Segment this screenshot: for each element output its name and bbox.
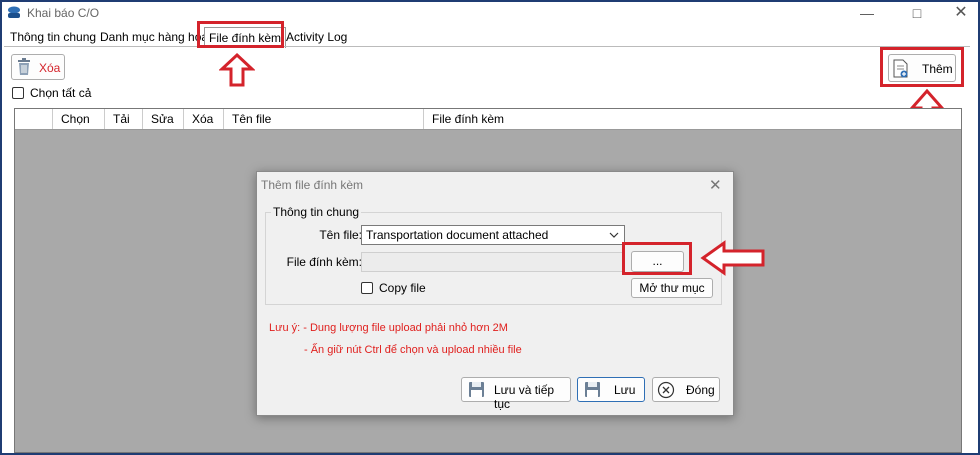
title-bar	[2, 2, 978, 26]
browse-highlight-box	[622, 242, 692, 275]
grid-col-select[interactable]: Chọn	[53, 109, 105, 129]
attachment-path-input[interactable]	[361, 252, 625, 272]
trash-icon	[16, 58, 32, 76]
note-line-1: Lưu ý: - Dung lượng file upload phải nhỏ…	[269, 322, 508, 334]
left-arrow-annotation-icon	[700, 240, 766, 276]
close-button[interactable]: Đóng	[652, 377, 720, 402]
attachment-label: File đính kèm:	[286, 255, 362, 269]
select-all-label: Chọn tất cả	[30, 86, 92, 100]
grid-col-delete[interactable]: Xóa	[184, 109, 224, 129]
dropdown-chevron-icon	[609, 226, 619, 244]
minimize-icon[interactable]: —	[852, 4, 882, 22]
dialog-title: Thêm file đính kèm	[261, 178, 364, 192]
tab-highlight-box	[197, 21, 284, 48]
maximize-icon[interactable]: □	[902, 4, 932, 22]
tab-goods-list[interactable]: Danh mục hàng hóa	[96, 27, 212, 47]
copy-file-label: Copy file	[379, 281, 426, 295]
close-icon[interactable]: ✕	[946, 4, 976, 22]
tab-activity-log[interactable]: Activity Log	[282, 27, 351, 47]
cancel-icon	[657, 381, 675, 399]
up-arrow-annotation-icon	[219, 52, 255, 88]
note-line-2: - Ấn giữ nút Ctrl để chọn và upload nhiề…	[304, 344, 522, 356]
add-highlight-box	[880, 47, 964, 87]
select-all-checkbox[interactable]	[12, 87, 24, 99]
tab-divider	[4, 46, 970, 47]
grid-col-edit[interactable]: Sửa	[143, 109, 184, 129]
delete-button[interactable]: Xóa	[11, 54, 65, 80]
grid-col-indicator	[15, 109, 53, 129]
grid-col-attachment[interactable]: File đính kèm	[424, 109, 960, 129]
close-icon[interactable]: ✕	[709, 176, 722, 194]
save-continue-button[interactable]: Lưu và tiếp tục	[461, 377, 571, 411]
file-name-value: Transportation document attached	[366, 228, 549, 242]
file-name-select[interactable]: Transportation document attached	[361, 225, 625, 245]
delete-label: Xóa	[39, 61, 61, 75]
app-icon	[7, 6, 21, 19]
save-label: Lưu	[614, 383, 636, 397]
window-title: Khai báo C/O	[27, 6, 100, 20]
add-attachment-dialog: Thêm file đính kèm ✕ Thông tin chung Tên…	[256, 171, 734, 416]
tab-general-info[interactable]: Thông tin chung	[6, 27, 100, 47]
file-name-label: Tên file:	[319, 228, 362, 242]
grid-header: Chọn Tải Sửa Xóa Tên file File đính kèm	[15, 109, 961, 130]
save-button[interactable]: Lưu	[577, 377, 645, 402]
open-folder-button[interactable]: Mở thư mục	[631, 278, 713, 298]
save-continue-label: Lưu và tiếp tục	[494, 383, 555, 411]
grid-col-download[interactable]: Tải	[105, 109, 143, 129]
copy-file-checkbox[interactable]	[361, 282, 373, 294]
save-icon	[468, 381, 485, 398]
close-label: Đóng	[686, 383, 715, 397]
grid-col-file-name[interactable]: Tên file	[224, 109, 424, 129]
group-title: Thông tin chung	[271, 205, 362, 219]
save-icon	[584, 381, 601, 398]
